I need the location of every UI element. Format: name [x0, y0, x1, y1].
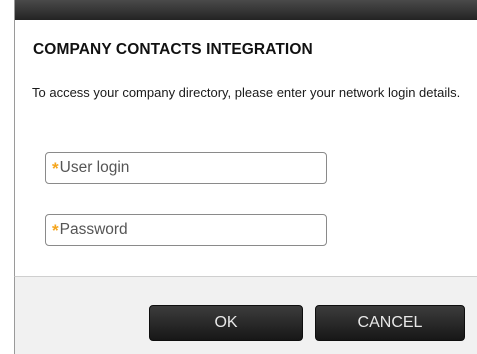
dialog-footer: OK CANCEL [14, 276, 477, 354]
ok-button[interactable]: OK [149, 305, 303, 341]
cancel-button[interactable]: CANCEL [315, 305, 465, 341]
dialog-content: COMPANY CONTACTS INTEGRATION To access y… [14, 20, 477, 276]
cancel-button-label: CANCEL [357, 314, 423, 331]
required-marker: * [52, 220, 59, 240]
user-login-placeholder: User login [59, 159, 130, 176]
dialog-title: COMPANY CONTACTS INTEGRATION [33, 41, 313, 58]
ok-button-label: OK [214, 314, 238, 331]
dialog-title-bar [14, 0, 477, 20]
password-field[interactable]: * Password [45, 214, 327, 246]
required-marker: * [52, 158, 59, 178]
user-login-field[interactable]: * User login [45, 152, 327, 184]
password-placeholder: Password [59, 221, 128, 238]
company-contacts-dialog: COMPANY CONTACTS INTEGRATION To access y… [0, 0, 477, 354]
dialog-description: To access your company directory, please… [32, 85, 461, 100]
